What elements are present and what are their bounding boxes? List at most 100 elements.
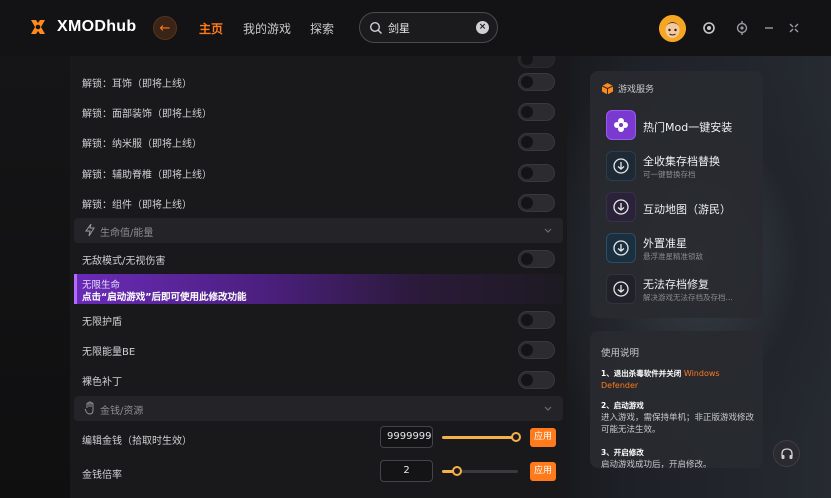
app-logo[interactable]: XMODhub [27, 16, 136, 38]
toggle-switch[interactable] [518, 341, 555, 359]
search-icon [369, 21, 382, 34]
slider-fill [442, 436, 517, 439]
service-title: 无法存档修复 [643, 278, 709, 291]
chevron-down-icon [544, 228, 552, 233]
guide-step: 2、启动游戏 进入游戏，需保持单机；非正版游戏修改可能无法生效。 [601, 400, 756, 436]
service-item-save-fix[interactable]: 无法存档修复 解决游戏无法存档及存档... [606, 272, 756, 306]
money-rate-input[interactable]: 2 [380, 460, 433, 482]
hint-text: 点击“启动游戏”后即可使用此修改功能 [82, 292, 247, 303]
toggle-switch[interactable] [518, 250, 555, 268]
card-title: 游戏服务 [618, 85, 655, 95]
step-heading: 1、退出杀毒软件并关闭 [601, 369, 682, 378]
row-label: 解锁：耳饰（即将上线） [82, 79, 192, 90]
row-label: 裸色补丁 [82, 377, 122, 388]
hand-icon [84, 401, 94, 415]
left-gutter [0, 56, 70, 498]
search-box: × [359, 12, 498, 43]
service-subtitle: 解决游戏无法存档及存档... [643, 293, 733, 302]
list-item: 无限能量BE [70, 335, 567, 365]
section-money[interactable]: 金钱/资源 [74, 396, 563, 421]
settings-icon[interactable] [734, 20, 750, 36]
lightning-icon [85, 223, 95, 237]
row-label: 解锁：组件（即将上线） [82, 200, 192, 211]
service-item-crosshair[interactable]: 外置准星 悬浮准星精准锁敌 [606, 231, 756, 265]
tab-my-games[interactable]: 我的游戏 [243, 20, 291, 37]
back-button[interactable]: ← [153, 16, 177, 40]
service-title: 外置准星 [643, 237, 687, 250]
toggle-switch[interactable] [518, 133, 555, 151]
step-body: 启动游戏成功后，开启修改。 [601, 460, 712, 468]
crosshair-icon [606, 233, 636, 263]
apply-button[interactable]: 应用 [530, 428, 556, 447]
row-label: 金钱倍率 [82, 470, 122, 481]
tab-home[interactable]: 主页 [199, 20, 223, 37]
section-label: 生命值/能量 [100, 228, 154, 239]
toggle-switch[interactable] [518, 311, 555, 329]
xmod-logo-icon [31, 20, 45, 34]
list-item [70, 492, 567, 498]
list-item: 解锁：辅助脊椎（即将上线） [70, 158, 567, 188]
download-icon [606, 274, 636, 304]
toggle-switch[interactable] [518, 103, 555, 121]
card-title: 使用说明 [601, 348, 640, 359]
money-rate-slider[interactable] [442, 466, 518, 476]
section-label: 金钱/资源 [100, 406, 144, 417]
arrow-left-icon: ← [159, 20, 171, 36]
money-value-input[interactable]: 9999999 [380, 426, 433, 448]
support-headset-button[interactable] [773, 440, 800, 467]
guide-step: 1、退出杀毒软件并关闭 Windows Defender [601, 368, 756, 392]
list-item: 解锁：面部装饰（即将上线） [70, 97, 567, 127]
game-services-card: 游戏服务 热门Mod一键安装 全收集存档替换 可一键替换存档 互动地图（游民） … [590, 71, 763, 318]
headset-icon [780, 447, 793, 459]
section-health[interactable]: 生命值/能量 [74, 218, 563, 243]
row-label: 解锁：辅助脊椎（即将上线） [82, 170, 212, 181]
list-item: 解锁：组件（即将上线） [70, 188, 567, 218]
list-item: 解锁：纳米服（即将上线） [70, 127, 567, 157]
search-input[interactable] [388, 19, 473, 37]
top-bar: XMODhub ← 主页 我的游戏 探索 × [0, 0, 831, 56]
row-label: 解锁：面部装饰（即将上线） [82, 109, 212, 120]
service-item-mod-install[interactable]: 热门Mod一键安装 [606, 108, 756, 142]
list-item: 金钱倍率 2 应用 [70, 460, 567, 486]
service-title: 全收集存档替换 [643, 155, 720, 168]
service-item-interactive-map[interactable]: 互动地图（游民） [606, 190, 756, 224]
close-icon[interactable] [786, 20, 802, 36]
avatar-face-icon [659, 15, 686, 42]
toggle-switch[interactable] [518, 73, 555, 91]
list-item: 解锁：耳饰（即将上线） [70, 67, 567, 97]
row-label: 编辑金钱（拾取时生效） [82, 436, 192, 447]
toggle-switch[interactable] [518, 194, 555, 212]
usage-guide-card: 使用说明 1、退出杀毒软件并关闭 Windows Defender 2、启动游戏… [590, 331, 763, 468]
clear-search-icon[interactable]: × [476, 21, 489, 34]
flower-icon [606, 110, 636, 140]
cube-icon [601, 83, 614, 95]
slider-thumb[interactable] [511, 432, 522, 442]
row-label: 无敌模式/无视伤害 [82, 256, 166, 267]
infinite-health-hint[interactable]: 无限生命 点击“启动游戏”后即可使用此修改功能 [74, 274, 563, 304]
list-item: 编辑金钱（拾取时生效） 9999999 应用 [70, 426, 567, 452]
row-label: 无限护盾 [82, 317, 122, 328]
service-subtitle: 可一键替换存档 [643, 170, 696, 179]
app-name: XMODhub [57, 18, 137, 35]
list-item: 裸色补丁 [70, 365, 567, 395]
slider-thumb[interactable] [452, 466, 463, 476]
step-heading: 3、开启修改 [601, 448, 644, 457]
download-icon [606, 151, 636, 181]
list-item: 无敌模式/无视伤害 [70, 244, 567, 274]
list-item: 无限护盾 [70, 305, 567, 335]
step-body: 进入游戏，需保持单机；非正版游戏修改可能无法生效。 [601, 413, 755, 435]
tab-explore[interactable]: 探索 [310, 20, 334, 37]
apply-button[interactable]: 应用 [530, 462, 556, 481]
money-slider[interactable] [442, 432, 522, 442]
service-item-save-replace[interactable]: 全收集存档替换 可一键替换存档 [606, 149, 756, 183]
toggle-switch[interactable] [518, 164, 555, 182]
row-label: 解锁：纳米服（即将上线） [82, 139, 202, 150]
minimize-icon[interactable] [761, 20, 777, 36]
service-title: 热门Mod一键安装 [643, 121, 733, 134]
service-subtitle: 悬浮准星精准锁敌 [643, 252, 703, 261]
avatar[interactable] [659, 15, 686, 42]
guide-step: 3、开启修改 启动游戏成功后，开启修改。 [601, 447, 756, 468]
download-icon [606, 192, 636, 222]
toggle-switch[interactable] [518, 371, 555, 389]
skin-icon[interactable] [701, 20, 717, 36]
